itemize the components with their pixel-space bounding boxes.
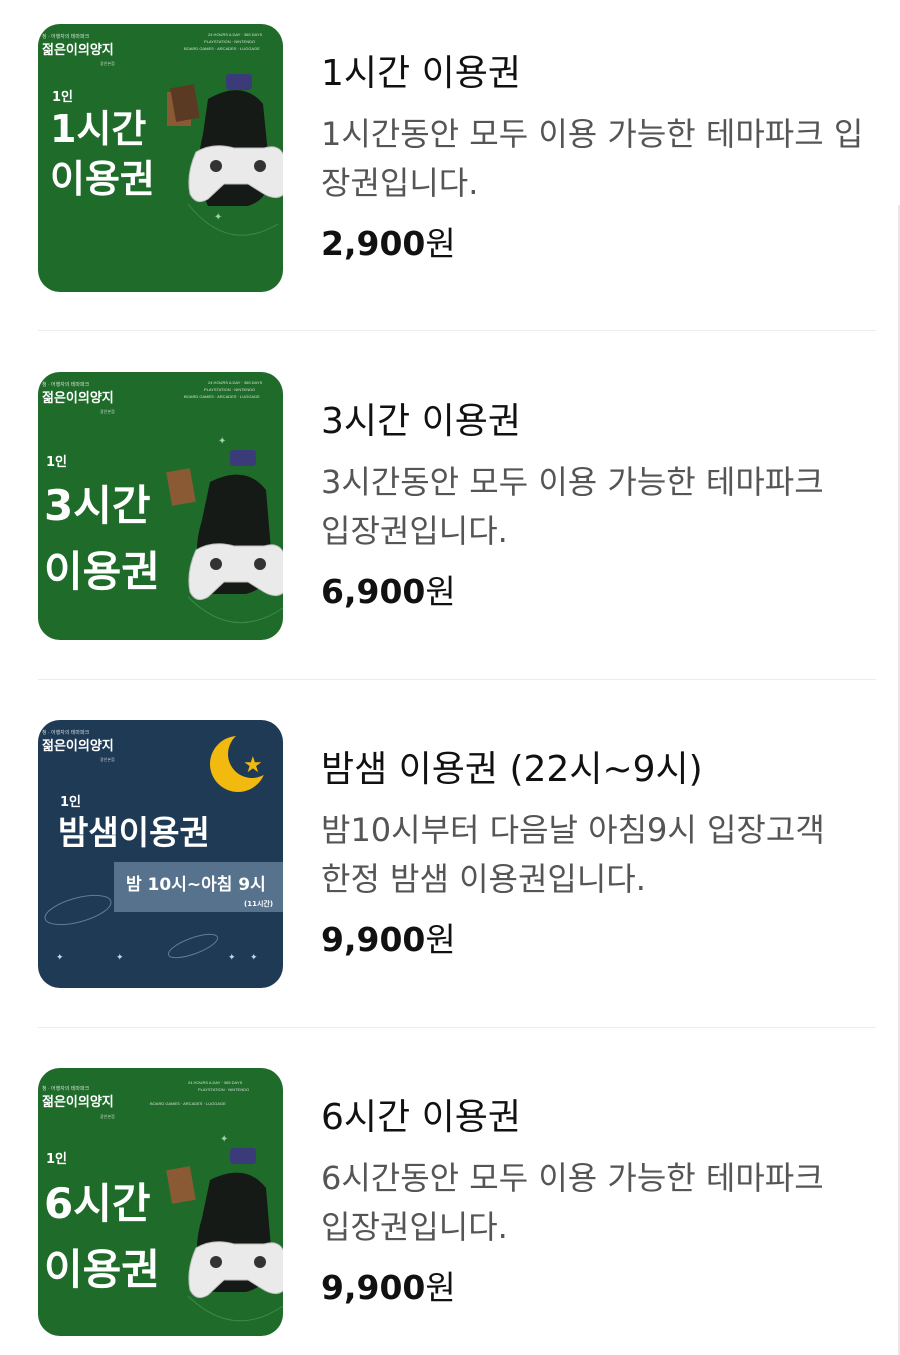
thumb-banner: 밤 10시~아침 9시 — [126, 874, 266, 895]
svg-text:청 · 어행자의 테마파크: 청 · 어행자의 테마파크 — [42, 381, 90, 388]
product-thumbnail[interactable]: 청 · 어행자의 테마파크 젊은이의양지 광안본점 ★ 1인 밤샘이용권 밤 1… — [38, 720, 283, 988]
thumbnail-image: 청 · 어행자의 테마파크 젊은이의양지 광안본점 24 HOURS A DAY… — [38, 1068, 283, 1336]
svg-text:✦: ✦ — [116, 953, 124, 963]
product-info: 6시간 이용권 6시간동안 모두 이용 가능한 테마파크 입장권입니다. 9,9… — [321, 1068, 881, 1308]
svg-text:광안본점: 광안본점 — [100, 60, 115, 66]
product-info: 밤샘 이용권 (22시~9시) 밤10시부터 다음날 아침9시 입장고객 한정 … — [321, 720, 881, 960]
product-info: 3시간 이용권 3시간동안 모두 이용 가능한 테마파크 입장권입니다. 6,9… — [321, 372, 881, 612]
product-info: 1시간 이용권 1시간동안 모두 이용 가능한 테마파크 입 장권입니다. 2,… — [321, 24, 881, 264]
svg-text:이용권: 이용권 — [50, 157, 155, 201]
product-thumbnail[interactable]: 청 · 어행자의 테마파크 젊은이의양지 광안본점 24 HOURS A DAY… — [38, 372, 283, 640]
product-title[interactable]: 3시간 이용권 — [321, 400, 881, 444]
thumb-brand: 젊은이의양지 — [42, 1094, 114, 1110]
svg-text:이용권: 이용권 — [44, 547, 160, 596]
star-icon: ★ — [243, 753, 263, 778]
svg-text:PLAYSTATION · NINTENDO: PLAYSTATION · NINTENDO — [204, 39, 255, 44]
product-description: 6시간동안 모두 이용 가능한 테마파크 입장권입니다. — [321, 1159, 824, 1246]
svg-text:✦: ✦ — [250, 953, 258, 963]
svg-text:✦: ✦ — [214, 212, 222, 223]
svg-text:청 · 어행자의 테마파크: 청 · 어행자의 테마파크 — [42, 33, 90, 40]
svg-text:1인: 1인 — [60, 794, 81, 810]
product-item-1hour[interactable]: 청 · 어행자의 테마파크 젊은이의양지 광안본점 24 HOURS A DAY… — [38, 24, 876, 292]
thumb-brand: 젊은이의양지 — [42, 738, 114, 754]
svg-text:PLAYSTATION · NINTENDO: PLAYSTATION · NINTENDO — [198, 1087, 249, 1092]
svg-text:BOARD GAMES · ARCADES · LUGGAG: BOARD GAMES · ARCADES · LUGGAGE — [184, 46, 260, 51]
thumb-brand: 젊은이의양지 — [42, 390, 114, 406]
svg-text:1인: 1인 — [52, 89, 73, 105]
product-description: 1시간동안 모두 이용 가능한 테마파크 입 장권입니다. — [321, 115, 864, 202]
svg-text:✦: ✦ — [228, 953, 236, 963]
thumbnail-image: 청 · 어행자의 테마파크 젊은이의양지 광안본점 24 HOURS A DAY… — [38, 24, 283, 292]
product-title[interactable]: 1시간 이용권 — [321, 52, 881, 96]
svg-text:BOARD GAMES · ARCADES · LUGGAG: BOARD GAMES · ARCADES · LUGGAGE — [150, 1101, 226, 1106]
svg-text:24 HOURS A DAY · 365 DAYS: 24 HOURS A DAY · 365 DAYS — [188, 1080, 243, 1085]
svg-text:✦: ✦ — [218, 436, 226, 447]
product-price: 6,900원 — [321, 572, 456, 611]
thumbnail-image: 청 · 어행자의 테마파크 젊은이의양지 광안본점 24 HOURS A DAY… — [38, 372, 283, 640]
svg-text:광안본점: 광안본점 — [100, 756, 115, 762]
svg-text:광안본점: 광안본점 — [100, 408, 115, 414]
svg-text:이용권: 이용권 — [44, 1245, 160, 1294]
divider — [38, 1027, 876, 1028]
thumb-brand: 젊은이의양지 — [42, 42, 114, 58]
thumbnail-image: 청 · 어행자의 테마파크 젊은이의양지 광안본점 ★ 1인 밤샘이용권 밤 1… — [38, 720, 283, 988]
svg-text:1인: 1인 — [46, 1151, 67, 1167]
svg-text:✦: ✦ — [220, 1134, 228, 1145]
product-item-6hour[interactable]: 청 · 어행자의 테마파크 젊은이의양지 광안본점 24 HOURS A DAY… — [38, 1068, 876, 1336]
product-item-overnight[interactable]: 청 · 어행자의 테마파크 젊은이의양지 광안본점 ★ 1인 밤샘이용권 밤 1… — [38, 720, 876, 988]
svg-text:PLAYSTATION · NINTENDO: PLAYSTATION · NINTENDO — [204, 387, 255, 392]
product-price: 9,900원 — [321, 1268, 456, 1307]
divider — [38, 679, 876, 680]
svg-text:1인: 1인 — [46, 454, 67, 470]
product-title[interactable]: 6시간 이용권 — [321, 1096, 881, 1140]
thumb-duration: 밤샘이용권 — [58, 813, 210, 852]
divider — [38, 330, 876, 331]
svg-text:광안본점: 광안본점 — [100, 1113, 115, 1119]
product-thumbnail[interactable]: 청 · 어행자의 테마파크 젊은이의양지 광안본점 24 HOURS A DAY… — [38, 24, 283, 292]
product-price: 2,900원 — [321, 224, 456, 263]
thumb-duration: 3시간 — [44, 481, 151, 530]
svg-text:24 HOURS A DAY · 365 DAYS: 24 HOURS A DAY · 365 DAYS — [208, 32, 263, 37]
product-description: 밤10시부터 다음날 아침9시 입장고객 한정 밤샘 이용권입니다. — [321, 811, 825, 898]
product-description: 3시간동안 모두 이용 가능한 테마파크 입장권입니다. — [321, 463, 824, 550]
svg-text:BOARD GAMES · ARCADES · LUGGAG: BOARD GAMES · ARCADES · LUGGAGE — [184, 394, 260, 399]
svg-text:청 · 어행자의 테마파크: 청 · 어행자의 테마파크 — [42, 1085, 90, 1092]
product-price: 9,900원 — [321, 920, 456, 959]
thumb-duration: 6시간 — [44, 1179, 151, 1228]
product-thumbnail[interactable]: 청 · 어행자의 테마파크 젊은이의양지 광안본점 24 HOURS A DAY… — [38, 1068, 283, 1336]
product-item-3hour[interactable]: 청 · 어행자의 테마파크 젊은이의양지 광안본점 24 HOURS A DAY… — [38, 372, 876, 640]
svg-text:24 HOURS A DAY · 365 DAYS: 24 HOURS A DAY · 365 DAYS — [208, 380, 263, 385]
svg-text:(11시간): (11시간) — [244, 899, 273, 908]
svg-text:✦: ✦ — [56, 953, 64, 963]
product-title[interactable]: 밤샘 이용권 (22시~9시) — [321, 748, 881, 792]
thumb-duration: 1시간 — [50, 107, 146, 151]
svg-text:청 · 어행자의 테마파크: 청 · 어행자의 테마파크 — [42, 729, 90, 736]
